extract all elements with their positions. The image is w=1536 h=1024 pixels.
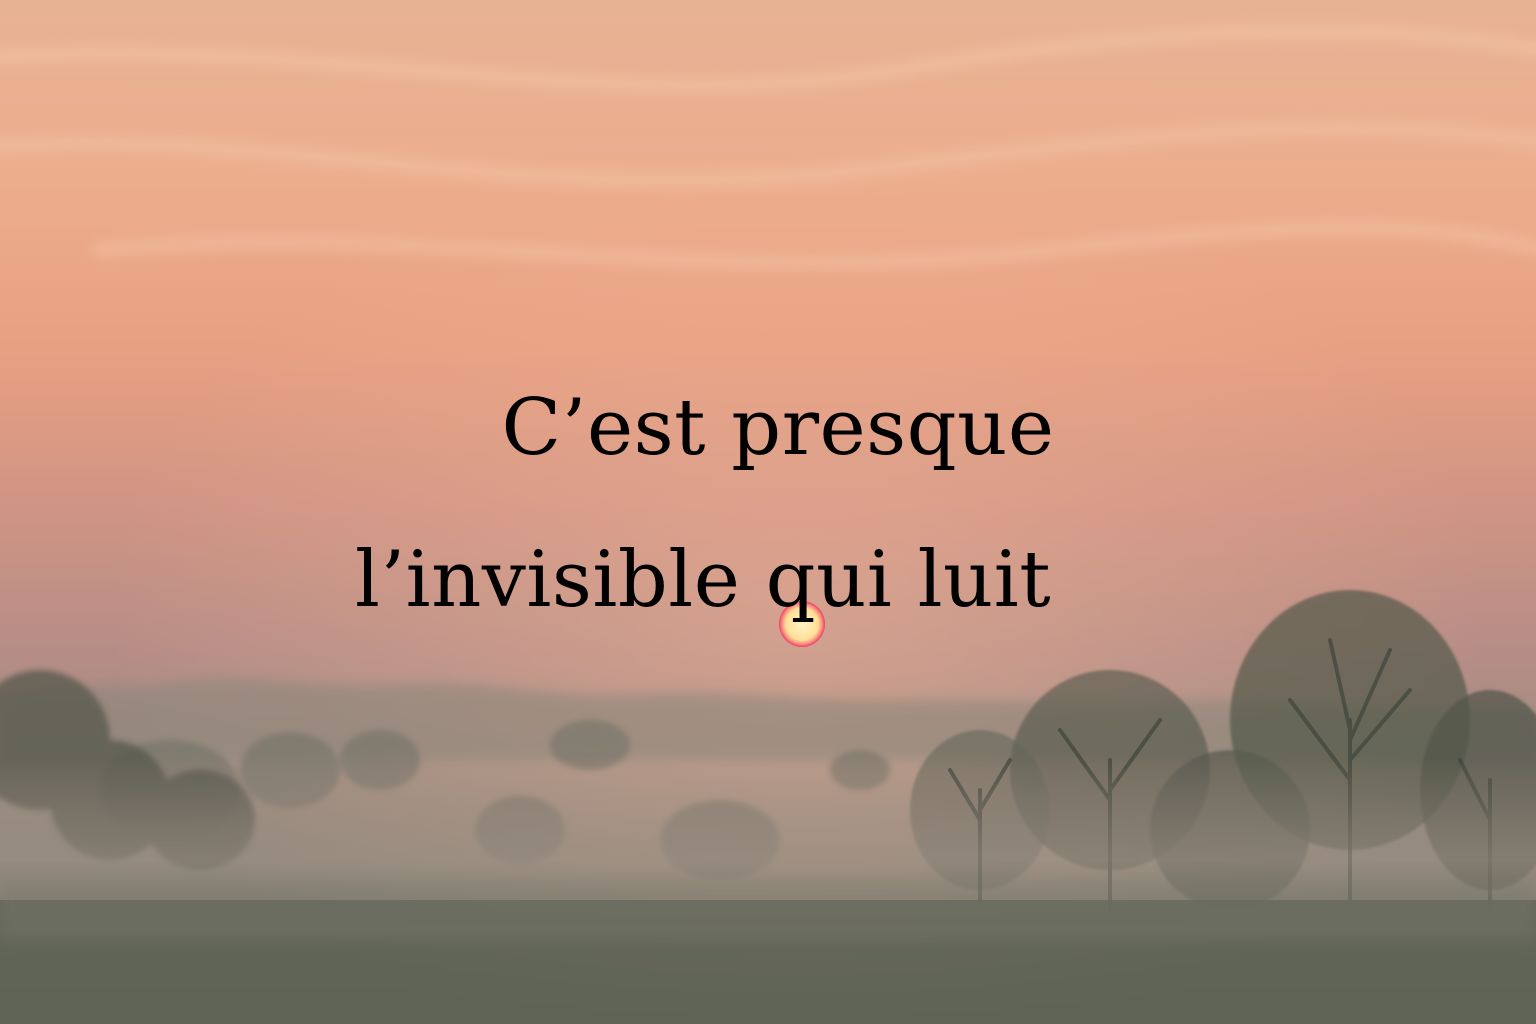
landscape-scene: C’est presque l’invisible qui luit [0, 0, 1536, 1024]
quote-line-2: l’invisible qui luit [354, 535, 1052, 625]
quote-line-1: C’est presque [501, 383, 1055, 473]
quote-text: C’est presque l’invisible qui luit [0, 352, 1536, 656]
